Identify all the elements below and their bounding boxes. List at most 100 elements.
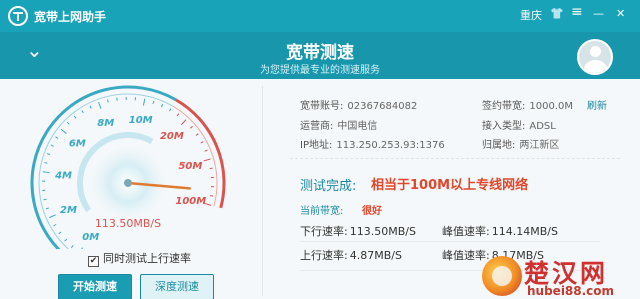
gauge-tick [53,224,57,227]
contract-value: 1000.0M [529,101,573,112]
gauge-tick [107,99,109,103]
gauge-tick [47,153,51,156]
access-label: 接入类型: [482,121,526,132]
page-title: 宽带测速 [286,43,354,63]
test-done-message: 相当于100M以上专线网络 [371,178,529,193]
contract-info: 签约带宽: 1000.0M [482,97,573,112]
gauge-tick [81,110,84,114]
gauge-tick [181,119,187,126]
gauge-tick [42,171,50,174]
contract-label: 签约带宽: [482,101,526,112]
upload-rate-value: 4.87MB/S [349,249,402,262]
close-icon[interactable]: ✕ [616,7,625,21]
gauge-tick [55,136,59,139]
gauge-tick [89,105,92,109]
gauge-tick [43,198,47,201]
gauge-tick [44,162,48,164]
gauge-tick [195,133,199,136]
start-test-button[interactable]: 开始测速 [58,274,132,299]
watermark-url: hubei88.com [527,284,615,298]
ip-value: 113.250.253.93:1376 [336,140,445,151]
gauge-tick [142,98,146,106]
checkbox-box[interactable]: ✔ [88,256,99,267]
gauge-tick [81,247,84,249]
shirt-icon[interactable]: 👕 [550,7,564,21]
location-value: 两江新区 [519,140,560,151]
account-info: 宽带账号: 02367684082 [300,97,417,112]
upload-test-checkbox[interactable]: ✔ 同时测试上行速率 [88,250,191,267]
account-label: 宽带账号: [300,101,344,112]
gauge-tick [152,100,155,104]
rate-separator [300,241,600,242]
gauge-label-0m: 0M [82,232,99,243]
gauge-label-4m: 4M [54,171,72,182]
access-info: 接入类型: ADSL [482,117,556,132]
upload-rate-label: 上行速率: [300,249,348,262]
gauge-label-100m: 100M [175,196,206,207]
avatar-body-shape [584,60,607,73]
gauge-tick [98,102,102,109]
city-selector[interactable]: 重庆 [520,7,542,23]
gauge-tick [70,245,74,248]
page-subtitle: 为您提供最专业的测速服务 [260,65,380,76]
gauge-tick [45,207,49,210]
upload-peak-label: 峰值速率: [442,249,490,262]
app-title: 宽带上网助手 [34,10,107,24]
speed-gauge: 0M 2M 4M 6M 8M 10M 20M 50M 100M 113.50MB/S [30,85,226,249]
download-rate-value: 113.50MB/S [349,225,416,238]
isp-value: 中国电信 [337,121,378,132]
gauge-inner-arc-red [172,105,218,207]
gauge-tick [203,158,211,162]
avatar[interactable] [577,39,613,75]
isp-info: 运营商: 中国电信 [300,117,377,132]
gauge-tick [169,108,172,112]
gauge-label-50m: 50M [178,161,202,172]
speed-gauge-panel: 0M 2M 4M 6M 8M 10M 20M 50M 100M 113.50MB/S ✔ 同时测试上… [0,79,260,299]
gauge-reading: 113.50MB/S [95,217,161,230]
logo-icon [8,6,28,26]
refresh-link[interactable]: 刷新 [587,97,607,112]
gauge-label-2m: 2M [60,205,77,216]
location-label: 归属地: [482,140,516,151]
info-separator [290,158,620,159]
test-done-label: 测试完成: [300,179,357,194]
gauge-tick [176,113,180,117]
menu-icon[interactable]: ≡ [571,5,583,19]
gauge-tick [66,121,70,125]
download-peak: 峰值速率: 114.14MB/S [442,223,558,239]
gauge-label-20m: 20M [160,131,184,142]
bandwidth-label: 当前带宽: [300,206,344,217]
gauge-tick [73,115,77,119]
gauge-tick [204,149,208,152]
gauge-tick [50,144,54,147]
download-rate-label: 下行速率: [300,225,348,238]
upload-test-label: 同时测试上行速率 [103,252,191,265]
gauge-tick [49,214,56,219]
gauge-tick [160,104,164,108]
download-peak-value: 114.14MB/S [491,225,558,238]
deep-test-button[interactable]: 深度测速 [140,274,214,299]
panel-divider [262,86,263,296]
isp-label: 运营商: [300,121,334,132]
bandwidth-value: 很好 [362,206,382,217]
ip-info: IP地址: 113.250.253.93:1376 [300,136,445,151]
gauge-label-8m: 8M [97,118,114,129]
minimize-icon[interactable]: — [593,7,604,21]
gauge-needle-hub [124,179,132,187]
watermark-logo-inner [492,266,512,286]
access-value: ADSL [529,121,556,132]
upload-rate: 上行速率: 4.87MB/S [300,247,402,263]
gauge-tick [209,167,213,170]
location-info: 归属地: 两江新区 [482,136,559,151]
gauge-tick [58,231,62,235]
account-value: 02367684082 [347,101,418,112]
gauge-tick [64,238,68,242]
title-bar: 宽带上网助手 重庆 👕 ≡ — ✕ [0,0,640,32]
ip-label: IP地址: [300,140,333,151]
header-banner: ⌄ 宽带测速 为您提供最专业的测速服务 [0,32,640,79]
gauge-tick [190,125,193,129]
gauge-label-10m: 10M [129,115,153,126]
gauge-tick [60,128,67,134]
download-peak-label: 峰值速率: [442,225,490,238]
gauge-tick [200,141,204,144]
